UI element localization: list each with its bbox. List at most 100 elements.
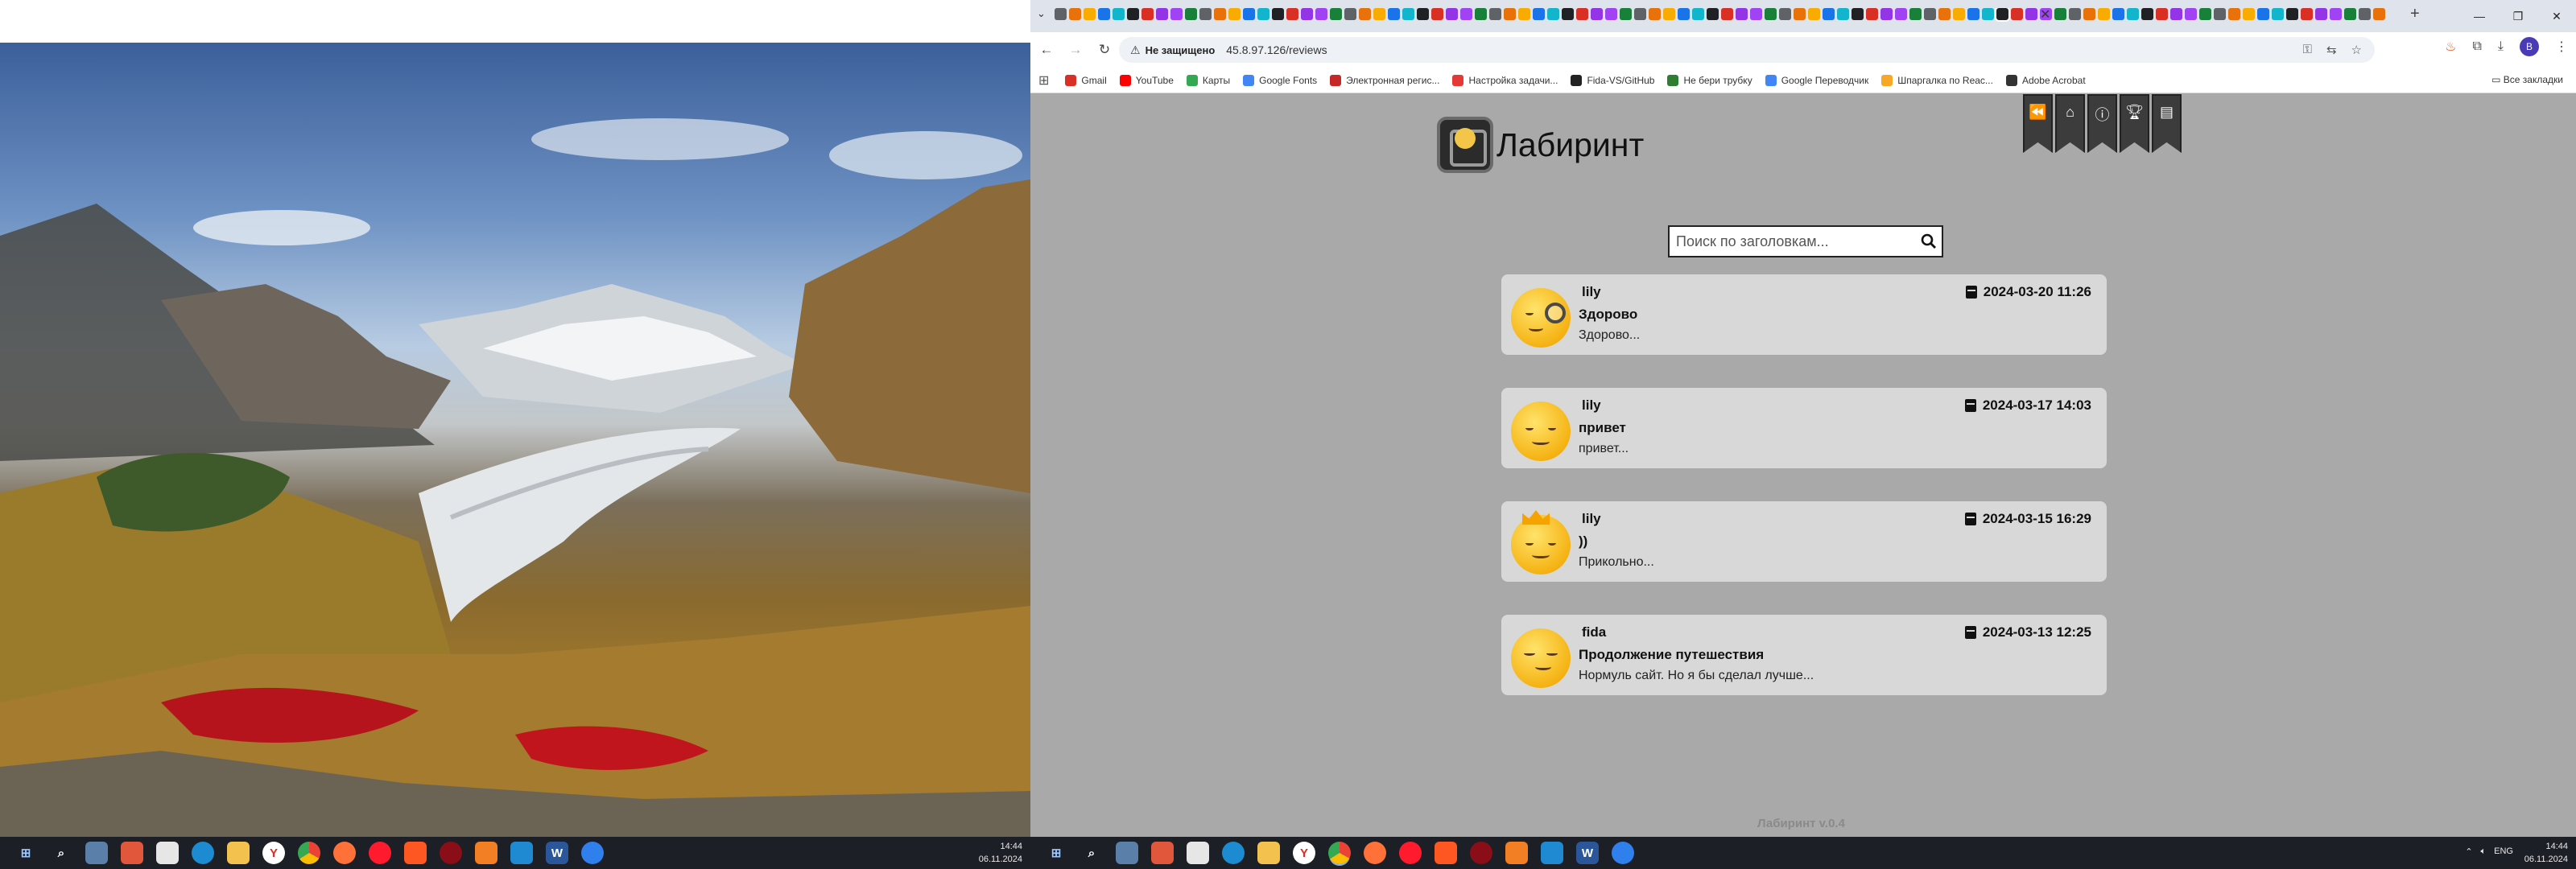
- tab-favicon-icon[interactable]: [1431, 8, 1443, 20]
- tab-favicon-icon[interactable]: [2011, 8, 2023, 20]
- tab-favicon-icon[interactable]: [1199, 8, 1212, 20]
- app-icon[interactable]: [1187, 842, 1209, 864]
- search-icon[interactable]: ⌕: [1080, 842, 1103, 864]
- tab-favicon-icon[interactable]: [1373, 8, 1385, 20]
- tab-favicon-icon[interactable]: [1228, 8, 1241, 20]
- tab-favicon-icon[interactable]: [1620, 8, 1632, 20]
- tab-favicon-icon[interactable]: [1257, 8, 1269, 20]
- opera-icon[interactable]: [1399, 842, 1422, 864]
- review-card[interactable]: lily привет привет... 2024-03-17 14:03: [1501, 388, 2107, 468]
- tab-favicon-icon[interactable]: [1098, 8, 1110, 20]
- tab-favicon-icon[interactable]: [1272, 8, 1284, 20]
- search-icon[interactable]: ⌕: [50, 842, 72, 864]
- warning-icon[interactable]: ⚠: [1130, 43, 1141, 57]
- document-icon[interactable]: ▤: [2152, 94, 2182, 153]
- bookmark-item[interactable]: Не бери трубку: [1667, 74, 1752, 86]
- tab-favicon-icon[interactable]: [1707, 8, 1719, 20]
- tab-favicon-icon[interactable]: [1359, 8, 1371, 20]
- firefox-icon[interactable]: [333, 842, 356, 864]
- tab-favicon-icon[interactable]: [1634, 8, 1646, 20]
- chrome-icon[interactable]: [298, 842, 320, 864]
- tab-favicon-icon[interactable]: [1170, 8, 1183, 20]
- word-icon[interactable]: W: [1576, 842, 1599, 864]
- new-tab-button[interactable]: +: [2410, 5, 2420, 23]
- tab-favicon-icon[interactable]: [1417, 8, 1429, 20]
- tab-favicon-icon[interactable]: [1808, 8, 1820, 20]
- tab-favicon-icon[interactable]: [1243, 8, 1255, 20]
- extension-flame-icon[interactable]: ♨: [2445, 39, 2456, 55]
- url-text[interactable]: 45.8.97.126/reviews: [1226, 43, 1327, 56]
- tab-favicon-icon[interactable]: [1967, 8, 1979, 20]
- tab-favicon-icon[interactable]: [1895, 8, 1907, 20]
- word-icon[interactable]: W: [546, 842, 568, 864]
- taskbar-clock-left[interactable]: 14:44 06.11.2024: [979, 840, 1022, 866]
- tab-favicon-icon[interactable]: [2054, 8, 2066, 20]
- tab-favicon-icon[interactable]: [1866, 8, 1878, 20]
- translate-icon[interactable]: ⇆: [2326, 43, 2337, 57]
- tab-favicon-icon[interactable]: [1489, 8, 1501, 20]
- tab-favicon-icon[interactable]: [2315, 8, 2327, 20]
- tab-favicon-icon[interactable]: [1388, 8, 1400, 20]
- back-icon[interactable]: ⏪: [2023, 94, 2053, 153]
- tab-favicon-icon[interactable]: [1837, 8, 1849, 20]
- yandex-browser-icon[interactable]: Y: [1293, 842, 1315, 864]
- bookmark-item[interactable]: Карты: [1186, 74, 1230, 86]
- tab-favicon-icon[interactable]: [1721, 8, 1733, 20]
- tab-favicon-icon[interactable]: [1214, 8, 1226, 20]
- language-indicator[interactable]: ENG: [2494, 846, 2513, 857]
- bookmark-star-icon[interactable]: ☆: [2351, 43, 2362, 57]
- windows-start-icon[interactable]: ⊞: [14, 842, 37, 864]
- tab-favicon-icon[interactable]: [1069, 8, 1081, 20]
- firefox-icon[interactable]: [1364, 842, 1386, 864]
- bookmark-item[interactable]: Электронная регис...: [1330, 74, 1439, 86]
- reload-button[interactable]: ↻: [1092, 37, 1117, 63]
- tab-favicon-icon[interactable]: [2330, 8, 2342, 20]
- tab-favicon-icon[interactable]: [1547, 8, 1559, 20]
- tab-favicon-icon[interactable]: [2156, 8, 2168, 20]
- tab-favicon-icon[interactable]: [1663, 8, 1675, 20]
- tab-favicon-icon[interactable]: [1518, 8, 1530, 20]
- bookmark-item[interactable]: Adobe Acrobat: [2005, 74, 2086, 86]
- bookmark-item[interactable]: Gmail: [1065, 74, 1107, 86]
- opera-gx-icon[interactable]: [440, 842, 462, 864]
- tab-favicon-icon[interactable]: [1055, 8, 1067, 20]
- tab-favicon-icon[interactable]: [1113, 8, 1125, 20]
- tab-favicon-icon[interactable]: [2199, 8, 2211, 20]
- sublime-icon[interactable]: [1505, 842, 1528, 864]
- tab-favicon-icon[interactable]: [2301, 8, 2313, 20]
- tab-search-icon[interactable]: ⌄: [1037, 7, 1046, 20]
- volume-icon[interactable]: 🔈︎: [2481, 846, 2487, 857]
- restore-button[interactable]: ❐: [2499, 0, 2537, 32]
- tab-favicon-icon[interactable]: [1475, 8, 1487, 20]
- tab-close-icon[interactable]: ✕: [2040, 6, 2050, 23]
- tab-favicon-icon[interactable]: [1953, 8, 1965, 20]
- edge-icon[interactable]: [1222, 842, 1245, 864]
- app-blue-icon[interactable]: [1612, 842, 1634, 864]
- tab-favicon-icon[interactable]: [1533, 8, 1545, 20]
- tab-favicon-icon[interactable]: [2373, 8, 2385, 20]
- tab-favicon-icon[interactable]: [2141, 8, 2153, 20]
- app-orange-icon[interactable]: [1435, 842, 1457, 864]
- tab-favicon-icon[interactable]: [1344, 8, 1356, 20]
- tab-favicon-icon[interactable]: [2344, 8, 2356, 20]
- tab-favicon-icon[interactable]: [1301, 8, 1313, 20]
- tab-favicon-icon[interactable]: [2127, 8, 2139, 20]
- vscode-icon[interactable]: [1541, 842, 1563, 864]
- tab-favicon-icon[interactable]: [1692, 8, 1704, 20]
- site-logo[interactable]: Лабиринт: [1437, 117, 1644, 173]
- bookmark-item[interactable]: Google Fonts: [1243, 74, 1317, 86]
- search-input[interactable]: [1670, 227, 1916, 256]
- extensions-puzzle-icon[interactable]: ⧉: [2472, 39, 2481, 54]
- tab-favicon-icon[interactable]: [1938, 8, 1951, 20]
- tab-favicon-icon[interactable]: [1924, 8, 1936, 20]
- opera-icon[interactable]: [369, 842, 391, 864]
- app-icon[interactable]: [156, 842, 179, 864]
- tab-favicon-icon[interactable]: [1591, 8, 1603, 20]
- tab-favicon-icon[interactable]: [1605, 8, 1617, 20]
- tab-favicon-icon[interactable]: [2185, 8, 2197, 20]
- tab-favicon-icon[interactable]: [2083, 8, 2095, 20]
- tab-favicon-icon[interactable]: [1286, 8, 1298, 20]
- brave-icon[interactable]: [121, 842, 143, 864]
- close-window-button[interactable]: ✕: [2537, 0, 2576, 32]
- menu-kebab-icon[interactable]: ⋮: [2555, 39, 2568, 55]
